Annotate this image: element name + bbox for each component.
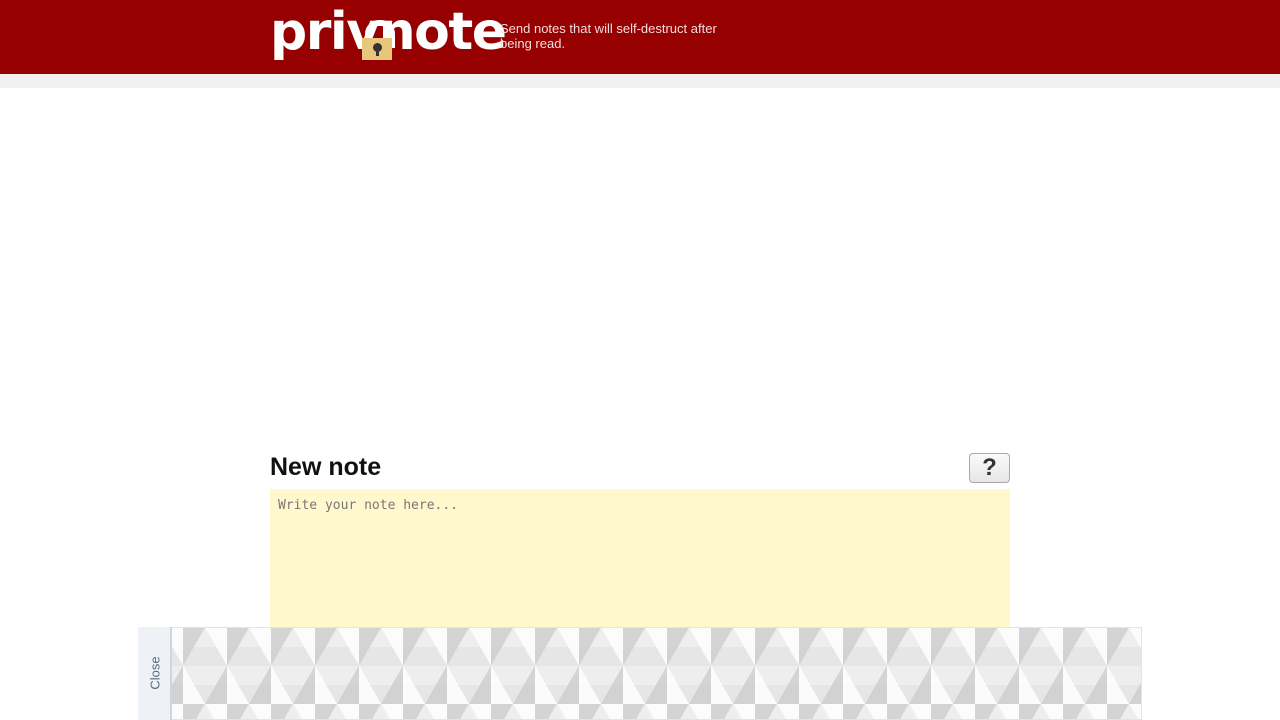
help-button[interactable]: ? bbox=[969, 453, 1010, 483]
keyhole-stem bbox=[376, 48, 379, 56]
new-note-title: New note bbox=[270, 453, 382, 481]
header-subbar bbox=[0, 74, 1280, 88]
privnote-logo[interactable]: privnote bbox=[270, 2, 507, 64]
ad-panel bbox=[138, 627, 1142, 720]
site-tagline: Send notes that will self-destruct after… bbox=[500, 21, 717, 51]
close-label: Close bbox=[147, 656, 163, 690]
note-textarea[interactable] bbox=[270, 489, 1010, 649]
site-header: privnote Send notes that will self-destr… bbox=[0, 0, 1280, 74]
close-ad-button[interactable]: Close bbox=[138, 627, 172, 720]
